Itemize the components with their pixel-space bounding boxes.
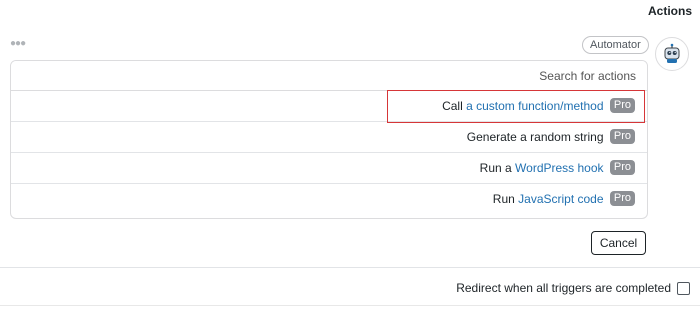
page-title: Actions bbox=[647, 4, 692, 18]
divider bbox=[0, 305, 700, 306]
pro-badge: Pro bbox=[609, 160, 635, 176]
automator-badge: Automator bbox=[582, 36, 649, 54]
cancel-button[interactable]: Cancel bbox=[591, 231, 646, 255]
action-item-javascript-code[interactable]: Run JavaScript code Pro bbox=[11, 184, 647, 215]
divider bbox=[0, 267, 700, 268]
redirect-option: Redirect when all triggers are completed bbox=[456, 279, 690, 297]
action-link: a custom function/method bbox=[466, 99, 604, 113]
action-item-custom-function[interactable]: Call a custom function/method Pro bbox=[11, 91, 647, 122]
action-link: WordPress hook bbox=[515, 161, 604, 175]
action-item-random-string[interactable]: Generate a random string Pro bbox=[11, 122, 647, 153]
pro-badge: Pro bbox=[609, 191, 635, 207]
action-item-wordpress-hook[interactable]: Run a WordPress hook Pro bbox=[11, 153, 647, 184]
actions-dropdown: Call a custom function/method Pro Genera… bbox=[10, 60, 648, 219]
robot-icon bbox=[655, 37, 689, 71]
pro-badge: Pro bbox=[609, 129, 635, 145]
redirect-label: Redirect when all triggers are completed bbox=[456, 281, 671, 295]
action-label: Call bbox=[442, 99, 463, 113]
ellipsis-icon[interactable]: ●●● bbox=[10, 38, 26, 49]
search-input[interactable] bbox=[11, 61, 647, 91]
action-label: Generate a random string bbox=[466, 130, 604, 144]
action-link: JavaScript code bbox=[518, 192, 604, 206]
redirect-checkbox[interactable] bbox=[677, 281, 690, 295]
action-label: Run bbox=[492, 192, 515, 206]
pro-badge: Pro bbox=[609, 98, 635, 114]
action-label: Run a bbox=[479, 161, 512, 175]
robot-icon-graphic bbox=[664, 43, 680, 63]
